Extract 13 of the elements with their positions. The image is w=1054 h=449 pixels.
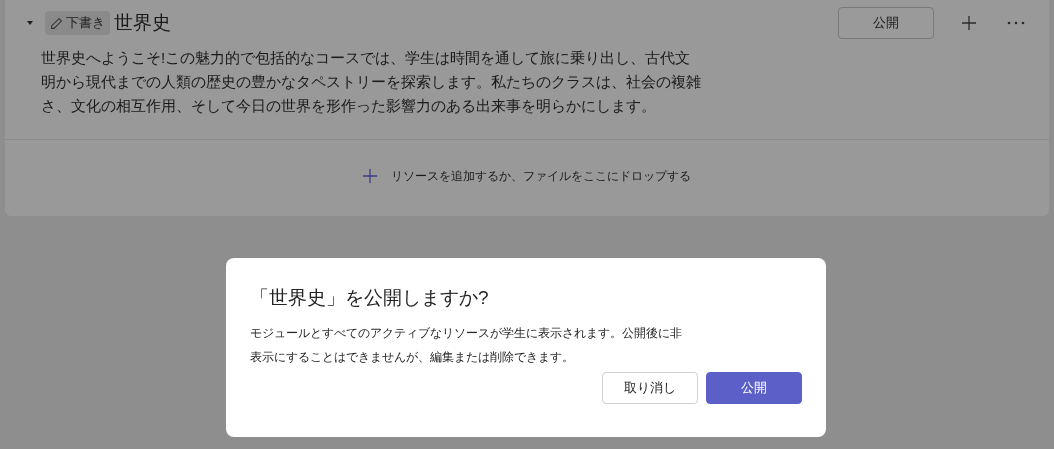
add-resource-link[interactable]: リソースを追加するか、ファイルをここにドロップする — [391, 167, 691, 185]
plus-icon[interactable] — [961, 15, 977, 31]
dialog-message: モジュールとすべてのアクティブなリソースが学生に表示されます。公開後に非表示にすることはできませんが、編集または削除できます。 — [250, 324, 683, 366]
draft-badge: 下書き — [45, 11, 110, 35]
module-title: 世界史 — [114, 10, 171, 35]
dialog-title: 「世界史」を公開しますか? — [250, 286, 490, 310]
plus-icon[interactable] — [363, 169, 377, 183]
module-description: 世界史へようこそ!この魅力的で包括的なコースでは、学生は時間を通して旅に乗り出し、古代文明から現代までの人類の歴史の豊かなタペストリーを探索します。私たちのクラスは、社会の複雑さ、文化の相互作用、そして今日の世界を形作った影響力のある出来事を明らかにします。 — [41, 48, 701, 116]
pencil-icon — [50, 16, 63, 30]
cancel-button[interactable]: 取り消し — [602, 372, 698, 404]
more-icon[interactable] — [1007, 21, 1025, 25]
publish-button[interactable]: 公開 — [838, 7, 934, 39]
publish-button[interactable]: 公開 — [706, 372, 802, 404]
